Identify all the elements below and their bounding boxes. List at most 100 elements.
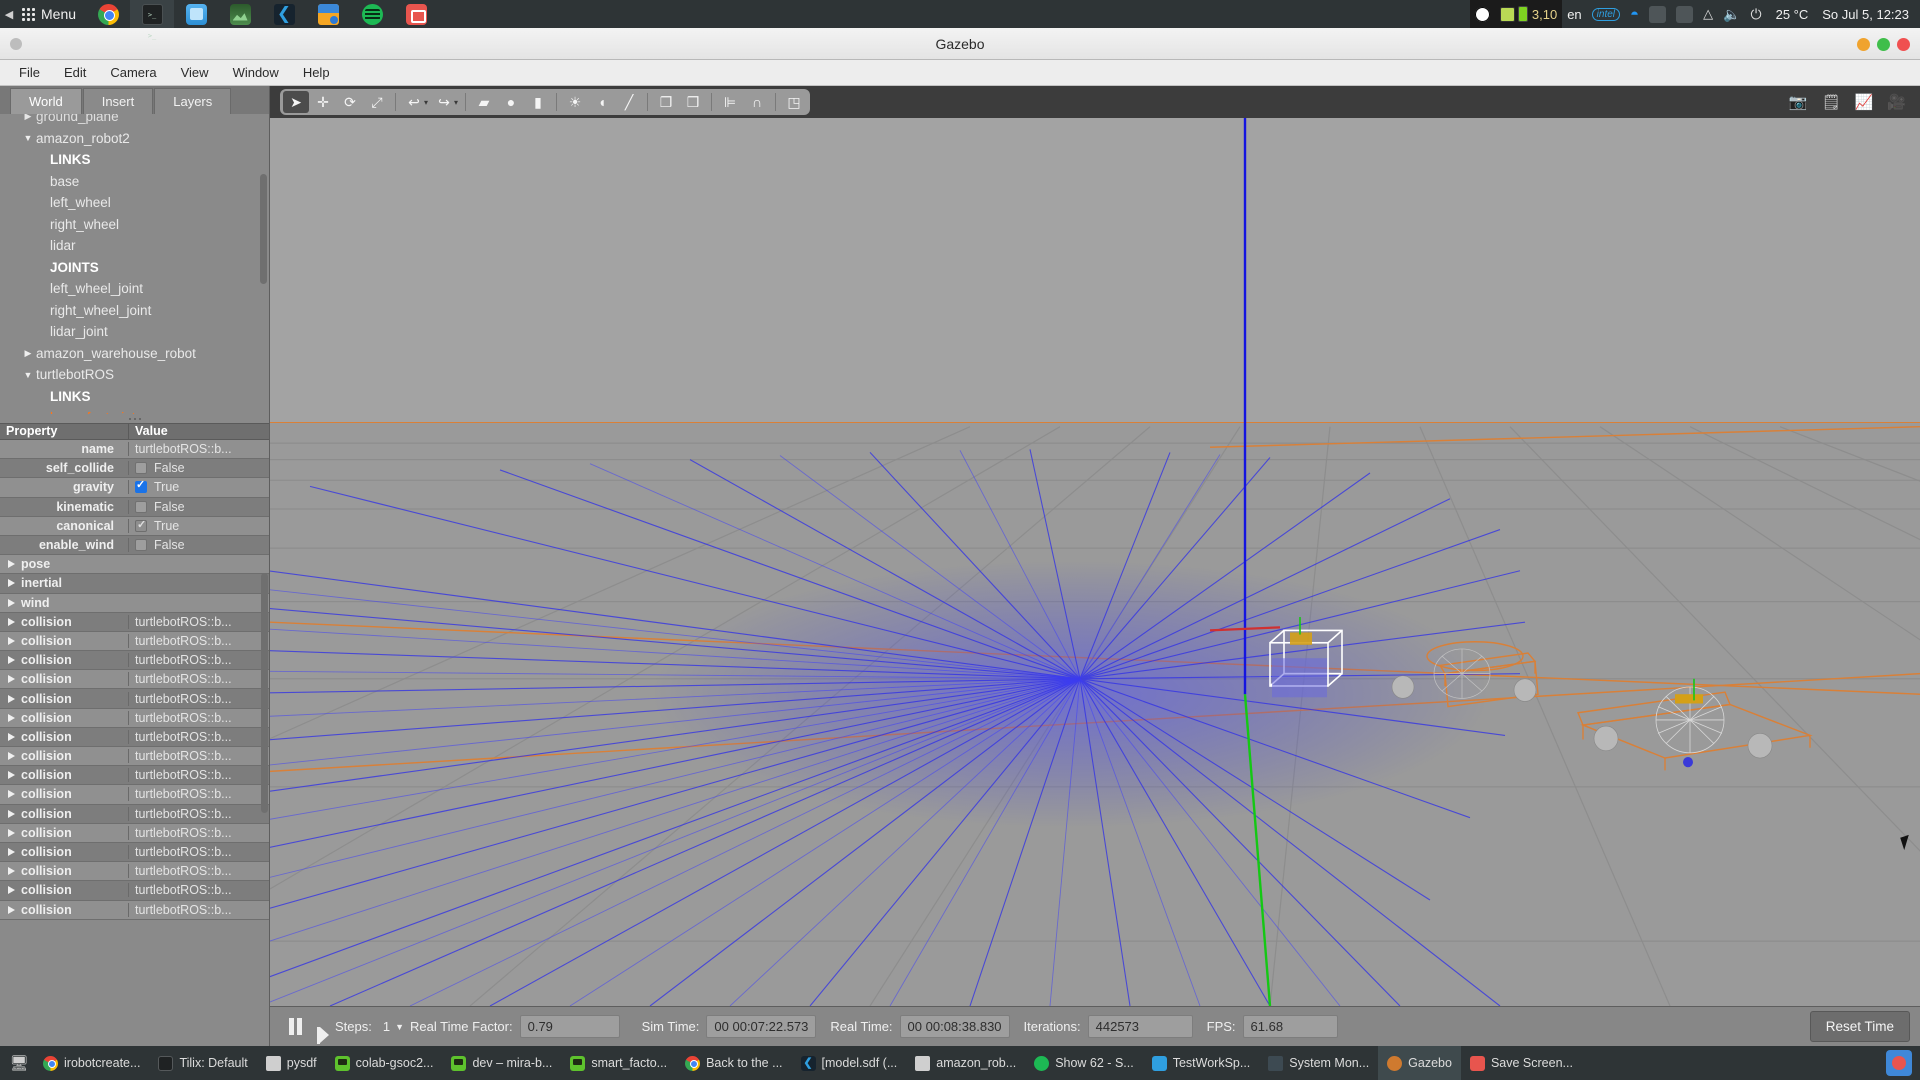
expand-triangle-icon[interactable] [8,771,15,780]
rotate-mode-button[interactable]: ⟳ [337,91,363,113]
intel-tray-button[interactable]: intel [1587,0,1625,28]
chevron-down-icon[interactable]: ▼ [20,133,36,143]
property-row[interactable]: collision turtlebotROS::b... [0,651,269,671]
tab-insert[interactable]: Insert [82,88,154,114]
property-value-cell[interactable]: turtlebotROS::b... [128,691,269,706]
show-desktop-button[interactable]: 🖥 [4,1054,34,1072]
taskbar-tray[interactable] [1886,1050,1920,1076]
brightness-tray-button[interactable] [1469,0,1495,28]
cpu-tray-button[interactable]: 3,10 [1494,0,1563,28]
vscode-launcher[interactable]: ❮ [262,0,306,28]
change-view-button[interactable]: ◳ [781,91,807,113]
copy-button[interactable]: ❐ [653,91,679,113]
chevron-right-icon[interactable]: ▶ [20,114,36,122]
steps-value[interactable]: 1 [383,1019,390,1034]
property-row[interactable]: collision turtlebotROS::b... [0,727,269,747]
expand-triangle-icon[interactable] [8,713,15,722]
terminal-launcher[interactable]: >_ >_ [130,0,175,40]
property-row[interactable]: wind [0,593,269,613]
property-row[interactable]: collision turtlebotROS::b... [0,766,269,786]
expand-triangle-icon[interactable] [8,752,15,761]
expand-triangle-icon[interactable] [8,617,15,626]
menu-camera[interactable]: Camera [99,62,167,83]
tree-item-links[interactable]: LINKS [0,386,269,408]
expand-triangle-icon[interactable] [8,732,15,741]
property-row[interactable]: self_collide False [0,459,269,479]
property-value-cell[interactable]: False [128,461,269,476]
tab-layers[interactable]: Layers [154,88,232,114]
taskbar-item-1[interactable]: Tilix: Default [149,1046,256,1080]
bluetooth-tray-button[interactable]: ◓ [1625,0,1644,28]
taskbar-item-13[interactable]: Save Screen... [1461,1046,1582,1080]
reset-time-button[interactable]: Reset Time [1809,1011,1910,1042]
world-tree[interactable]: ▶ ground_plane ▼ amazon_robot2 LINKS base left… [0,114,269,414]
property-value-cell[interactable]: turtlebotROS::b... [128,442,269,457]
tree-item-left_wheel[interactable]: left_wheel [0,192,269,214]
close-button[interactable] [1897,37,1910,51]
property-row[interactable]: pose [0,555,269,575]
property-value-cell[interactable]: True [128,480,269,495]
property-value-cell[interactable]: turtlebotROS::b... [128,614,269,629]
taskbar-item-12[interactable]: Gazebo [1378,1046,1461,1080]
undo-dropdown[interactable]: ▾ [424,98,428,107]
expand-triangle-icon[interactable] [8,905,15,914]
taskbar-item-10[interactable]: TestWorkSp... [1143,1046,1260,1080]
select-mode-button[interactable]: ➤ [283,91,309,113]
tree-item-links[interactable]: LINKS [0,149,269,171]
expand-triangle-icon[interactable] [8,579,15,588]
tree-item-right_wheel_joint[interactable]: right_wheel_joint [0,300,269,322]
property-row[interactable]: inertial [0,574,269,594]
snap-button[interactable]: ∩ [744,91,770,113]
property-value-cell[interactable]: turtlebotROS::b... [128,883,269,898]
expand-triangle-icon[interactable] [8,560,15,569]
steps-spinner-icon[interactable]: ▼ [395,1022,404,1032]
panel-splitter[interactable] [0,414,269,423]
property-row[interactable]: collision turtlebotROS::b... [0,631,269,652]
taskbar-item-0[interactable]: irobotcreate... [34,1046,149,1080]
redo-dropdown[interactable]: ▾ [454,98,458,107]
expand-triangle-icon[interactable] [8,886,15,895]
taskbar-item-11[interactable]: System Mon... [1259,1046,1378,1080]
expand-triangle-icon[interactable] [8,694,15,703]
property-value-cell[interactable]: turtlebotROS::b... [128,710,269,725]
paste-button[interactable]: ❒ [680,91,706,113]
window-titlebar[interactable]: Gazebo [0,28,1920,60]
expand-triangle-icon[interactable] [8,828,15,837]
property-row[interactable]: gravity True [0,478,269,498]
display-tray-button[interactable] [1671,0,1698,28]
property-row[interactable]: collision turtlebotROS::b... [0,747,269,767]
property-checkbox[interactable] [135,519,147,532]
expand-triangle-icon[interactable] [8,636,15,645]
screenshot-button[interactable]: 📷 [1789,93,1808,111]
tree-scrollbar[interactable] [260,174,267,284]
chrome-launcher[interactable] [86,0,130,28]
insert-point-light-button[interactable]: ☀ [562,91,588,113]
panel-collapse-arrow[interactable]: ◀ [0,8,18,21]
tab-world[interactable]: World [10,88,82,114]
property-value-cell[interactable]: turtlebotROS::b... [128,633,269,648]
taskbar-item-2[interactable]: pysdf [257,1046,326,1080]
property-checkbox[interactable] [135,462,147,475]
tree-item-base[interactable]: base [0,171,269,193]
property-row[interactable]: collision turtlebotROS::b... [0,670,269,690]
tree-item-lidar_joint[interactable]: lidar_joint [0,321,269,343]
expand-triangle-icon[interactable] [8,675,15,684]
video-record-button[interactable]: 🎥 [1887,93,1906,111]
screenshot-launcher[interactable] [394,0,438,28]
menu-file[interactable]: File [8,62,51,83]
property-checkbox[interactable] [135,480,147,494]
taskbar-item-7[interactable]: ❮ [model.sdf (... [792,1046,907,1080]
property-value-cell[interactable]: turtlebotROS::b... [128,902,269,917]
file-manager-launcher[interactable] [306,0,350,28]
expand-triangle-icon[interactable] [8,656,15,665]
align-button[interactable]: ⊫ [717,91,743,113]
insert-cylinder-button[interactable]: ▮ [525,91,551,113]
insert-box-button[interactable]: ▰ [471,91,497,113]
expand-triangle-icon[interactable] [8,867,15,876]
property-row[interactable]: collision turtlebotROS::b... [0,804,269,824]
chevron-down-icon[interactable]: ▼ [20,370,36,380]
translate-mode-button[interactable]: ✛ [310,91,336,113]
clock[interactable]: So Jul 5, 12:23 [1817,0,1914,28]
menu-window[interactable]: Window [222,62,290,83]
insert-sphere-button[interactable]: ● [498,91,524,113]
